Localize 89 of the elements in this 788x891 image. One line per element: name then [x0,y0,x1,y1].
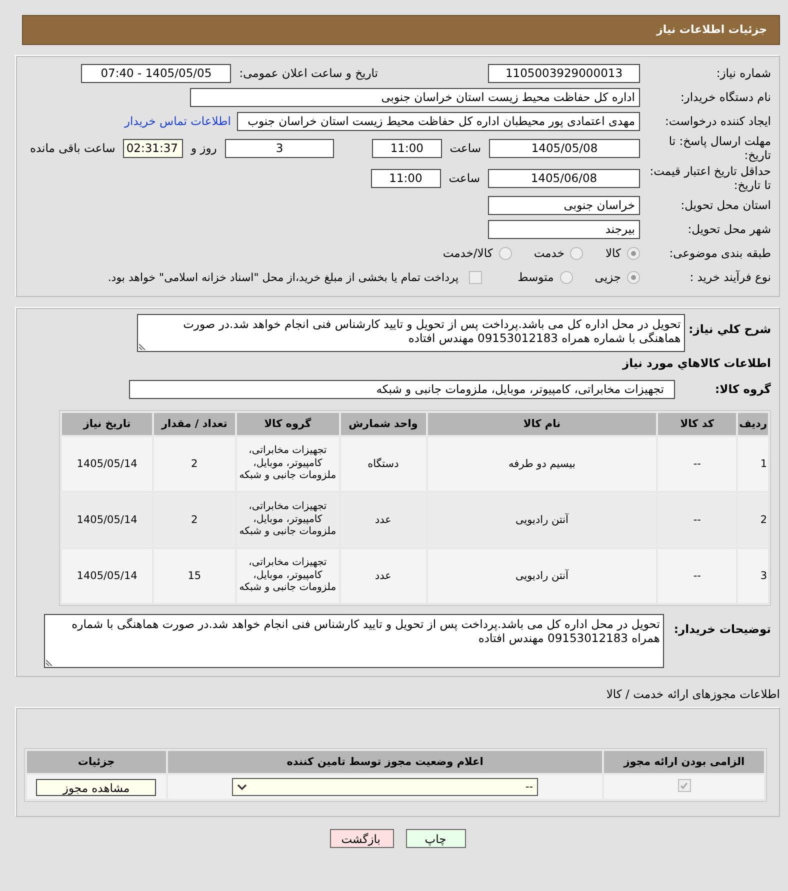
column-header: نام کالا [428,413,656,435]
requester-field[interactable]: مهدی اعتمادی پور محیطبان اداره کل حفاظت محیط زیست استان خراسان جنوب [237,112,640,130]
field-label: نام دستگاه خریدار: [679,90,771,104]
checkmark-icon [679,780,690,791]
days-field[interactable]: 3 [224,138,334,158]
goods-group-field[interactable]: تجهیزات مخابراتی، کامپیوتر، موبایل، ملزومات جانبی و شبکه [129,380,675,398]
option-label: متوسط [518,270,554,284]
field-label: ایجاد کننده درخواست: [664,114,771,128]
option-label: جزیی [594,270,621,284]
table-cell: بیسیم دو طرفه [428,437,656,491]
checkbox[interactable] [468,270,482,284]
column-header: جزئیات [27,751,166,773]
field-label: حداقل تاریخ اعتبار قیمت: تا تاریخ: [648,164,771,192]
province-field[interactable]: خراسان جنوبی [488,196,640,214]
time-label: ساعت [450,141,482,155]
need-number-field[interactable]: 1105003929000013 [488,64,640,82]
table-cell: 1 [738,437,768,491]
table-cell: 2 [154,437,235,491]
field-label: نوع فرآیند خرید : [688,270,771,284]
table-cell: تجهیزات مخابراتی، کامپیوتر، موبایل، ملزومات جانبی و شبکه [236,437,339,491]
announce-date-field[interactable]: 1405/05/05 - 07:40 [81,64,232,82]
time-field[interactable]: 11:00 [370,168,441,188]
option-label: کالا [605,246,621,260]
option-label: کالا/خدمت [442,246,493,260]
table-cell: -- [658,437,736,491]
back-button[interactable]: بازگشت [330,829,394,848]
field-label: طبقه بندی موضوعی: [668,246,771,260]
table-cell: 2 [154,493,235,547]
radio-button[interactable] [560,270,573,284]
date-field[interactable]: 1405/05/08 [489,138,640,158]
time-label: ساعت [448,171,480,185]
checkbox[interactable] [678,779,691,792]
field-label: گروه کالا: [714,382,771,396]
section-title: اطلاعات کالاهاي مورد نياز [621,356,771,370]
column-header: اعلام وضعیت مجوز توسط تامین کننده [168,751,602,773]
print-button[interactable]: چاپ [406,829,466,848]
radio-button[interactable] [627,270,640,284]
column-header: کد کالا [658,413,736,435]
buyer-org-field[interactable]: اداره کل حفاظت محیط زیست استان خراسان جنوبی [190,88,640,106]
field-label: تاریخ و ساعت اعلان عمومی: [239,66,378,80]
section-title: اطلاعات مجوزهای ارائه خدمت / کالا [605,687,780,701]
radio-button[interactable] [570,246,584,260]
table-cell: تجهیزات مخابراتی، کامپیوتر، موبایل، ملزومات جانبی و شبکه [236,549,339,603]
field-label: شرح کلي نياز: [688,321,771,336]
column-header: ردیف [738,413,768,435]
table-cell: آنتن رادیویی [428,493,656,547]
field-label: توضیحات خریدار: [672,621,771,636]
field-label: شهر محل تحویل: [686,222,771,236]
column-header: تاریخ نیاز [62,413,152,435]
table-cell: 1405/05/14 [62,493,152,547]
table-cell: تجهیزات مخابراتی، کامپیوتر، موبایل، ملزومات جانبی و شبکه [236,493,339,547]
description-field[interactable]: تحویل در محل اداره کل می باشد.پرداخت پس از تحویل و تایید کارشناس فنی انجام خواهد شد.در صورت هماهنگی با شماره همراه 09153012183 مهندس افتاده [136,314,685,352]
column-header: گروه کالا [236,413,339,435]
status-dropdown[interactable]: -- [232,778,538,796]
column-header: واحد شمارش [340,413,426,435]
page-header: جزئیات اطلاعات نیاز [22,15,780,45]
field-label: استان محل تحویل: [680,198,771,212]
city-field[interactable]: بیرجند [488,220,640,238]
table-cell: دستگاه [340,437,426,491]
table-cell: عدد [340,493,426,547]
contact-info-link[interactable]: اطلاعات تماس خریدار [124,114,231,128]
column-header: تعداد / مقدار [154,413,235,435]
table-cell: آنتن رادیویی [428,549,656,603]
remaining-time-field[interactable]: 02:31:37 [123,138,183,158]
dropdown-value: -- [525,780,534,794]
resize-grip-icon[interactable] [138,343,146,350]
table-cell: 3 [738,549,768,603]
time-field[interactable]: 11:00 [372,138,442,158]
option-label: پرداخت تمام یا بخشی از مبلغ خرید،از محل "اسناد خزانه اسلامی" خواهد بود. [108,270,459,284]
date-field[interactable]: 1405/06/08 [488,168,640,188]
field-label: مهلت ارسال پاسخ: تا تاریخ: [668,134,771,162]
view-license-button[interactable]: مشاهده مجوز [36,778,156,796]
radio-button[interactable] [498,246,512,260]
column-header: الزامی بودن ارائه مجوز [604,751,764,773]
table-cell: -- [658,493,736,547]
table-cell: 1405/05/14 [62,437,152,491]
days-label: روز و [190,141,217,155]
chevron-down-icon [237,783,248,791]
field-label: شماره نیاز: [715,66,771,80]
option-label: خدمت [534,246,564,260]
table-cell: 2 [738,493,768,547]
radio-button[interactable] [627,246,640,260]
table-cell: 1405/05/14 [62,549,152,603]
table-cell: -- [658,549,736,603]
remaining-label: ساعت باقی مانده [30,141,116,155]
table-cell: عدد [340,549,426,603]
buyer-notes-field[interactable]: تحویل در محل اداره کل می باشد.پرداخت پس از تحویل و تایید کارشناس فنی انجام خواهد شد.در صورت هماهنگی با شماره همراه 09153012183 مهندس افتاده [44,614,664,668]
table-cell: 15 [154,549,235,603]
resize-grip-icon[interactable] [46,659,53,666]
